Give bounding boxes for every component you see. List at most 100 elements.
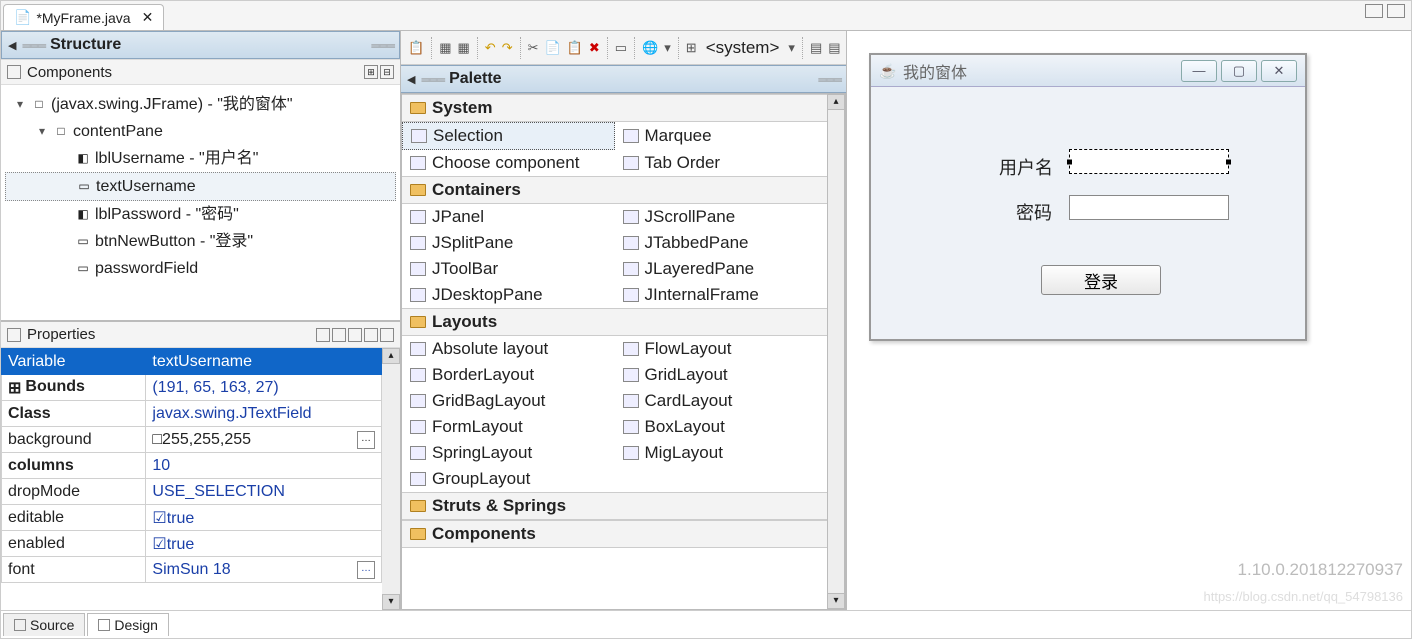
prop-tool-1[interactable] <box>316 328 330 342</box>
dropdown-icon[interactable]: ▾ <box>663 37 672 59</box>
component-tree[interactable]: ▾□(javax.swing.JFrame) - "我的窗体"▾□content… <box>1 85 400 320</box>
tool-undo[interactable]: ↶ <box>484 37 497 59</box>
close-button[interactable]: ✕ <box>1261 60 1297 82</box>
editor-tab[interactable]: 📄 *MyFrame.java ✕ <box>3 4 164 30</box>
text-username[interactable] <box>1069 149 1229 174</box>
palette-item[interactable]: JSplitPane <box>402 230 615 256</box>
prop-tool-3[interactable] <box>348 328 362 342</box>
dropdown-icon[interactable]: ▾ <box>787 37 796 59</box>
tool-delete[interactable]: ✖ <box>588 37 601 59</box>
align-left[interactable]: ▤ <box>809 37 823 59</box>
palette-item[interactable]: JScrollPane <box>615 204 828 230</box>
property-row[interactable]: enabled☑true <box>2 531 382 557</box>
tree-item[interactable]: ◧lblUsername - "用户名" <box>5 145 396 172</box>
frame-title: 我的窗体 <box>903 59 1177 83</box>
palette-item[interactable]: BorderLayout <box>402 362 615 388</box>
design-canvas[interactable]: ☕ 我的窗体 — ▢ ✕ 用户名 密码 登录 <box>847 31 1411 610</box>
tree-item[interactable]: ◧lblPassword - "密码" <box>5 201 396 228</box>
laf-dropdown[interactable]: <system> <box>702 38 784 58</box>
prop-tool-4[interactable] <box>364 328 378 342</box>
property-row[interactable]: columns10 <box>2 453 382 479</box>
palette-item[interactable]: JTabbedPane <box>615 230 828 256</box>
scroll-up-icon[interactable]: ▴ <box>382 348 400 364</box>
tool-cut[interactable]: 📋 <box>407 37 425 59</box>
close-icon[interactable]: ✕ <box>142 9 154 26</box>
jframe-preview[interactable]: ☕ 我的窗体 — ▢ ✕ 用户名 密码 登录 <box>869 53 1307 341</box>
components-icon <box>7 65 21 79</box>
tool-redo[interactable]: ↷ <box>501 37 514 59</box>
property-row[interactable]: ⊞Bounds(191, 65, 163, 27) <box>2 375 382 401</box>
collapse-icon[interactable]: ◀ <box>8 39 16 52</box>
tool-a[interactable]: ▦ <box>438 37 452 59</box>
properties-header: Properties <box>1 322 400 348</box>
palette-item[interactable]: MigLayout <box>615 440 828 466</box>
palette-category[interactable]: System <box>402 94 827 122</box>
palette-item[interactable]: GridBagLayout <box>402 388 615 414</box>
property-row[interactable]: dropModeUSE_SELECTION <box>2 479 382 505</box>
tool-b[interactable]: ▦ <box>456 37 470 59</box>
expand-button[interactable]: ⊞ <box>364 65 378 79</box>
palette-category[interactable]: Components <box>402 520 827 548</box>
tree-item[interactable]: ▾□contentPane <box>5 118 396 145</box>
palette-category[interactable]: Struts & Springs <box>402 492 827 520</box>
scroll-down-icon[interactable]: ▾ <box>827 593 845 609</box>
palette-item[interactable]: JPanel <box>402 204 615 230</box>
design-tab[interactable]: Design <box>87 613 169 636</box>
palette-item[interactable]: GridLayout <box>615 362 828 388</box>
tree-item[interactable]: ▭btnNewButton - "登录" <box>5 228 396 255</box>
palette-item[interactable]: FormLayout <box>402 414 615 440</box>
palette-item[interactable]: Tab Order <box>615 150 828 176</box>
palette-item[interactable]: JToolBar <box>402 256 615 282</box>
tool-copy[interactable]: 📄 <box>544 37 562 59</box>
properties-scrollbar[interactable]: ▴ ▾ <box>382 348 400 610</box>
editor-tab-label: *MyFrame.java <box>36 10 130 26</box>
palette-item[interactable]: GroupLayout <box>402 466 615 492</box>
palette-item[interactable]: Choose component <box>402 150 615 176</box>
maximize-button[interactable]: ▢ <box>1221 60 1257 82</box>
palette-list[interactable]: SystemSelectionMarqueeChoose componentTa… <box>402 94 827 609</box>
palette-item[interactable]: JLayeredPane <box>615 256 828 282</box>
collapse-icon[interactable]: ◀ <box>407 73 415 86</box>
tool-globe[interactable]: 🌐 <box>641 37 659 59</box>
tree-item[interactable]: ▭textUsername <box>5 172 396 201</box>
palette-item[interactable]: Absolute layout <box>402 336 615 362</box>
scroll-down-icon[interactable]: ▾ <box>382 594 400 610</box>
palette-item[interactable] <box>615 466 828 492</box>
prop-tool-2[interactable] <box>332 328 346 342</box>
prop-tool-5[interactable] <box>380 328 394 342</box>
tool-cut2[interactable]: ✂ <box>527 37 540 59</box>
palette-item[interactable]: FlowLayout <box>615 336 828 362</box>
properties-table[interactable]: VariabletextUsername⊞Bounds(191, 65, 163… <box>1 348 382 583</box>
property-row[interactable]: editable☑true <box>2 505 382 531</box>
palette-item[interactable]: JInternalFrame <box>615 282 828 308</box>
palette-item[interactable]: SpringLayout <box>402 440 615 466</box>
tool-paste[interactable]: 📋 <box>566 37 584 59</box>
tool-preview[interactable]: ▭ <box>614 37 628 59</box>
lbl-username[interactable]: 用户名 <box>999 154 1053 180</box>
palette-item[interactable]: JDesktopPane <box>402 282 615 308</box>
scroll-up-icon[interactable]: ▴ <box>827 94 845 110</box>
tree-item[interactable]: ▾□(javax.swing.JFrame) - "我的窗体" <box>5 91 396 118</box>
tool-layout[interactable]: ⊞ <box>685 37 698 59</box>
minimize-button[interactable]: — <box>1181 60 1217 82</box>
palette-scrollbar[interactable]: ▴ ▾ <box>827 94 845 609</box>
collapse-button[interactable]: ⊟ <box>380 65 394 79</box>
property-row[interactable]: background□255,255,255… <box>2 427 382 453</box>
maximize-icon[interactable] <box>1387 4 1405 18</box>
source-tab[interactable]: Source <box>3 613 85 636</box>
password-field[interactable] <box>1069 195 1229 220</box>
palette-item[interactable]: Marquee <box>615 122 828 150</box>
palette-category[interactable]: Layouts <box>402 308 827 336</box>
property-row[interactable]: Classjavax.swing.JTextField <box>2 401 382 427</box>
palette-category[interactable]: Containers <box>402 176 827 204</box>
palette-item[interactable]: BoxLayout <box>615 414 828 440</box>
minimize-icon[interactable] <box>1365 4 1383 18</box>
btn-login[interactable]: 登录 <box>1041 265 1161 295</box>
property-row[interactable]: fontSimSun 18… <box>2 557 382 583</box>
property-row[interactable]: VariabletextUsername <box>2 349 382 375</box>
lbl-password[interactable]: 密码 <box>1016 199 1052 225</box>
palette-item[interactable]: CardLayout <box>615 388 828 414</box>
palette-item[interactable]: Selection <box>402 122 615 150</box>
align-center[interactable]: ▤ <box>827 37 841 59</box>
tree-item[interactable]: ▭passwordField <box>5 255 396 282</box>
